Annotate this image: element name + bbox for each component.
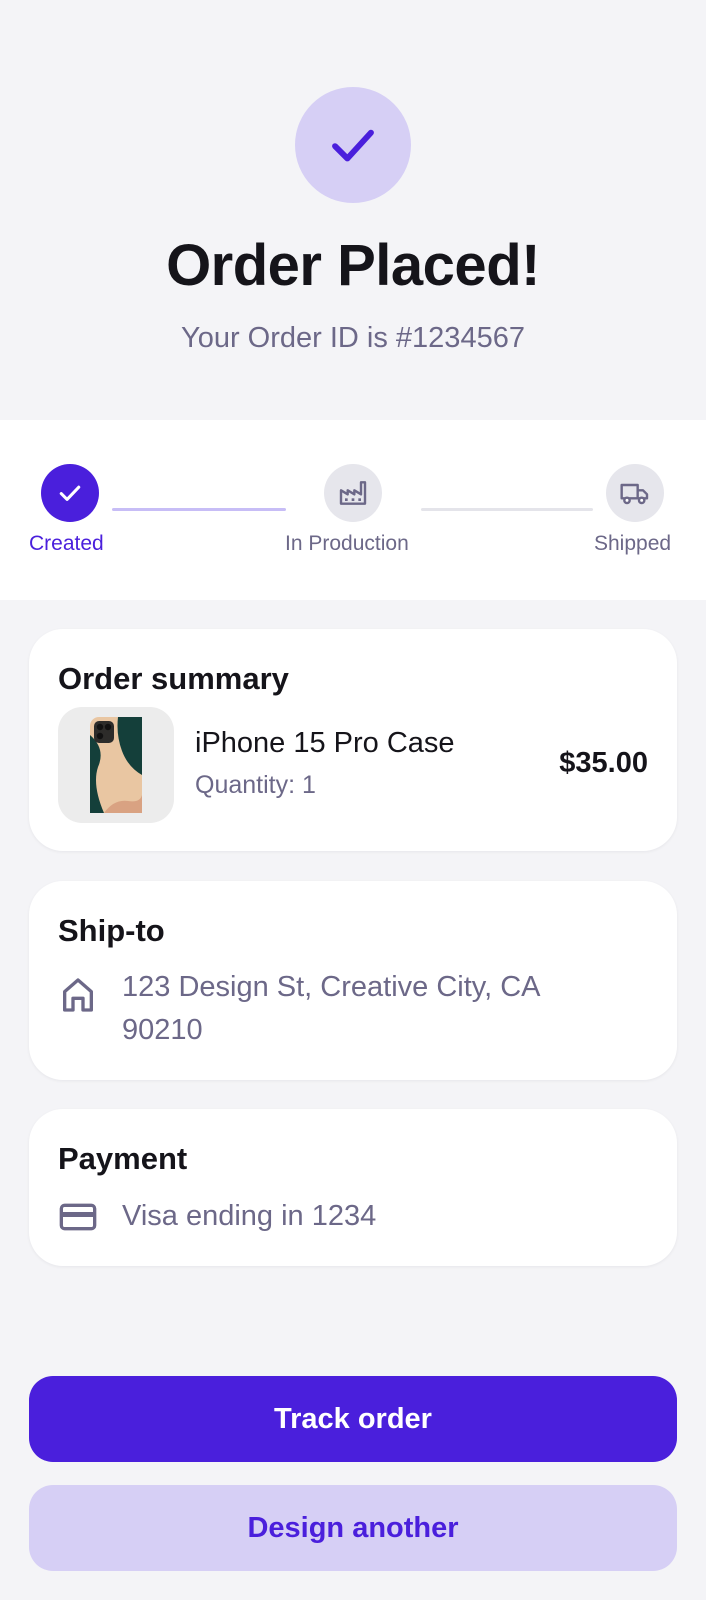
credit-card-icon bbox=[59, 1203, 97, 1231]
step-shipped-label: Shipped bbox=[594, 532, 672, 555]
step-production-label: In Production bbox=[285, 532, 409, 555]
step-production-indicator bbox=[324, 464, 382, 522]
order-summary-title: Order summary bbox=[58, 661, 289, 696]
success-badge bbox=[295, 87, 411, 203]
step-created-label: Created bbox=[29, 532, 104, 555]
order-summary-card: Order summary iPhone 15 Pro Case Quantit… bbox=[29, 629, 677, 851]
ship-to-card: Ship-to 123 Design St, Creative City, CA… bbox=[29, 881, 677, 1080]
design-another-button[interactable]: Design another bbox=[29, 1485, 677, 1571]
product-name: iPhone 15 Pro Case bbox=[195, 727, 455, 759]
phone-case-image bbox=[90, 717, 142, 813]
payment-method: Visa ending in 1234 bbox=[122, 1200, 377, 1232]
home-icon bbox=[63, 978, 94, 1012]
check-icon bbox=[59, 485, 81, 501]
check-icon bbox=[332, 129, 374, 162]
address-line-2: 90210 bbox=[122, 1014, 203, 1046]
track-order-button[interactable]: Track order bbox=[29, 1376, 677, 1462]
step-shipped-indicator bbox=[606, 464, 664, 522]
product-price: $35.00 bbox=[559, 747, 648, 779]
order-id-text: Your Order ID is #1234567 bbox=[181, 322, 525, 354]
product-thumbnail bbox=[58, 707, 174, 823]
step-connector-1 bbox=[112, 508, 286, 511]
address-line-1: 123 Design St, Creative City, CA bbox=[122, 971, 541, 1003]
ship-to-title: Ship-to bbox=[58, 913, 165, 948]
factory-icon bbox=[339, 481, 367, 505]
truck-icon bbox=[620, 483, 649, 505]
product-quantity: Quantity: 1 bbox=[195, 771, 316, 799]
order-progress-stepper: Created In Production Shipped bbox=[0, 420, 706, 600]
page-title: Order Placed! bbox=[166, 233, 540, 298]
step-connector-2 bbox=[421, 508, 593, 511]
payment-card: Payment Visa ending in 1234 bbox=[29, 1109, 677, 1266]
step-created-indicator bbox=[41, 464, 99, 522]
payment-title: Payment bbox=[58, 1141, 188, 1176]
order-confirmation-screen: Order Placed! Your Order ID is #1234567 bbox=[0, 0, 706, 1600]
ship-to-address: 123 Design St, Creative City, CA 90210 bbox=[122, 966, 541, 1052]
